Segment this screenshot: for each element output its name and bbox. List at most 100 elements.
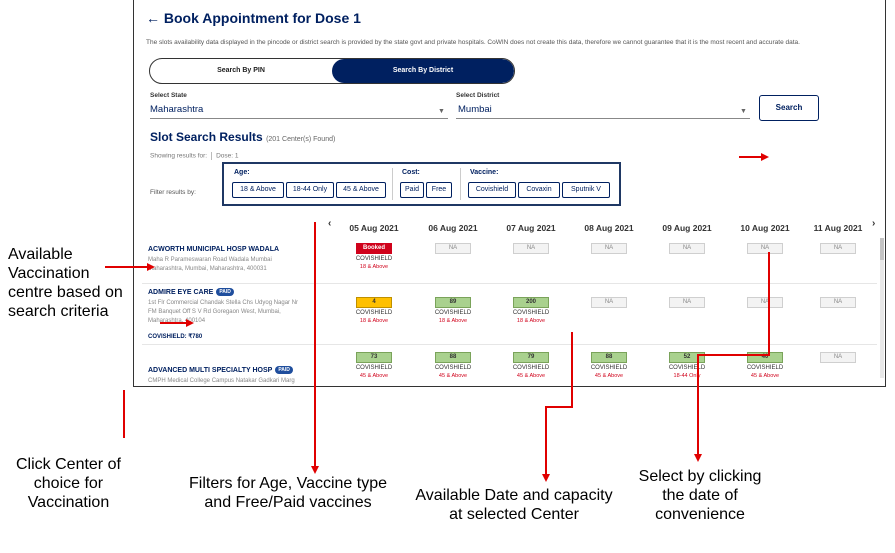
slot-cell[interactable]: NA xyxy=(812,352,864,363)
slot-capacity-badge[interactable]: 79 xyxy=(513,352,549,363)
tab-search-by-district[interactable]: Search By District xyxy=(332,59,514,83)
date-column-header[interactable]: 08 Aug 2021 xyxy=(574,219,644,237)
slot-vaccine-name: COVISHIELD xyxy=(434,310,472,316)
filter-label: Filter results by: xyxy=(150,189,196,196)
center-name-text: ADVANCED MULTI SPECIALTY HOSP xyxy=(148,366,273,374)
slot-age-group: 18 & Above xyxy=(516,318,546,324)
slot-cell[interactable]: NA xyxy=(812,297,864,308)
center-name[interactable]: ADMIRE EYE CARE PAID xyxy=(148,288,234,296)
slot-cell[interactable]: 73 COVISHIELD 45 & Above xyxy=(348,352,400,379)
tab-search-by-pin[interactable]: Search By PIN xyxy=(150,59,332,83)
annotation-select-date: Select by clicking the date of convenien… xyxy=(638,468,762,523)
slot-age-group: 18 & Above xyxy=(359,318,389,324)
slot-cell[interactable]: 88 COVISHIELD 45 & Above xyxy=(427,352,479,379)
back-arrow-icon[interactable]: ← xyxy=(146,10,160,26)
arrow-down-icon xyxy=(542,474,550,482)
paid-badge: PAID xyxy=(216,288,234,296)
prev-dates-arrow-icon[interactable]: ‹ xyxy=(328,218,331,229)
slot-age-group: 45 & Above xyxy=(438,373,468,379)
annotation-connector xyxy=(105,266,147,268)
slot-cell[interactable]: NA xyxy=(739,297,791,308)
slot-vaccine-name: COVISHIELD xyxy=(512,365,550,371)
slot-capacity-badge[interactable]: NA xyxy=(747,297,783,308)
date-column-header[interactable]: 05 Aug 2021 xyxy=(339,219,409,237)
slot-capacity-badge[interactable]: 73 xyxy=(356,352,392,363)
slot-cell[interactable]: NA xyxy=(427,243,479,254)
vaccine-filter-covaxin[interactable]: Covaxin xyxy=(518,182,560,198)
slot-capacity-badge[interactable]: 4 xyxy=(356,297,392,308)
slot-capacity-badge[interactable]: NA xyxy=(820,352,856,363)
state-select[interactable]: Maharashtra xyxy=(150,104,203,115)
slot-age-group: 45 & Above xyxy=(516,373,546,379)
annotation-dates: Available Date and capacity at selected … xyxy=(415,487,613,523)
paid-badge: PAID xyxy=(275,366,293,374)
slot-vaccine-name: COVISHIELD xyxy=(746,365,784,371)
cost-filter-free[interactable]: Free xyxy=(426,182,452,198)
page-title: ← Book Appointment for Dose 1 xyxy=(146,10,361,26)
cost-filter-paid[interactable]: Paid xyxy=(400,182,424,198)
chevron-down-icon[interactable]: ▼ xyxy=(438,108,445,115)
age-filter-18-above[interactable]: 18 & Above xyxy=(232,182,284,198)
slot-cell[interactable]: Booked COVISHIELD 18 & Above xyxy=(348,243,400,270)
arrow-right-icon xyxy=(761,153,769,161)
slot-capacity-badge[interactable]: NA xyxy=(747,243,783,254)
annotation-filters: Filters for Age, Vaccine type and Free/P… xyxy=(188,475,387,511)
slot-cell[interactable]: 89 COVISHIELD 18 & Above xyxy=(427,297,479,324)
slot-cell[interactable]: 79 COVISHIELD 45 & Above xyxy=(505,352,557,379)
slot-cell[interactable]: 200 COVISHIELD 18 & Above xyxy=(505,297,557,324)
slot-cell[interactable]: NA xyxy=(739,243,791,254)
next-dates-arrow-icon[interactable]: › xyxy=(872,218,875,229)
slot-capacity-badge[interactable]: NA xyxy=(591,243,627,254)
date-column-header[interactable]: 11 Aug 2021 xyxy=(808,219,868,237)
slot-capacity-badge[interactable]: NA xyxy=(820,297,856,308)
vaccine-filter-sputnik[interactable]: Sputnik V xyxy=(562,182,610,198)
district-select[interactable]: Mumbai xyxy=(458,104,492,115)
age-filter-45-above[interactable]: 45 & Above xyxy=(336,182,386,198)
results-heading-text: Slot Search Results xyxy=(150,130,263,144)
age-filter-18-44[interactable]: 18-44 Only xyxy=(286,182,334,198)
slot-capacity-badge[interactable]: NA xyxy=(591,297,627,308)
search-button[interactable]: Search xyxy=(759,95,819,121)
date-column-header[interactable]: 07 Aug 2021 xyxy=(496,219,566,237)
slot-cell[interactable]: NA xyxy=(661,243,713,254)
slot-capacity-badge[interactable]: NA xyxy=(669,243,705,254)
slot-cell[interactable]: 4 COVISHIELD 18 & Above xyxy=(348,297,400,324)
annotation-connector xyxy=(697,354,770,356)
slot-cell[interactable]: NA xyxy=(583,297,635,308)
row-divider xyxy=(142,283,877,284)
date-column-header[interactable]: 09 Aug 2021 xyxy=(652,219,722,237)
slot-capacity-badge[interactable]: 88 xyxy=(435,352,471,363)
slot-cell[interactable]: 40 COVISHIELD 45 & Above xyxy=(739,352,791,379)
slot-capacity-badge[interactable]: NA xyxy=(820,243,856,254)
annotation-connector xyxy=(314,222,316,466)
slot-age-group: 45 & Above xyxy=(359,373,389,379)
date-column-header[interactable]: 06 Aug 2021 xyxy=(418,219,488,237)
date-column-header[interactable]: 10 Aug 2021 xyxy=(730,219,800,237)
slot-cell[interactable]: NA xyxy=(661,297,713,308)
slot-cell[interactable]: NA xyxy=(812,243,864,254)
center-name[interactable]: ACWORTH MUNICIPAL HOSP WADALA xyxy=(148,246,279,253)
slot-vaccine-name: COVISHIELD xyxy=(590,365,628,371)
slot-capacity-badge[interactable]: Booked xyxy=(356,243,392,254)
annotation-connector xyxy=(768,252,770,356)
slot-cell[interactable]: 52 COVISHIELD 18-44 Only xyxy=(661,352,713,379)
vaccine-filter-covishield[interactable]: Covishield xyxy=(468,182,516,198)
slot-age-group: 45 & Above xyxy=(750,373,780,379)
slot-capacity-badge[interactable]: 88 xyxy=(591,352,627,363)
slot-vaccine-name: COVISHIELD xyxy=(668,365,706,371)
slot-capacity-badge[interactable]: 89 xyxy=(435,297,471,308)
center-name[interactable]: ADVANCED MULTI SPECIALTY HOSP PAID xyxy=(148,366,293,374)
slot-cell[interactable]: NA xyxy=(583,243,635,254)
slot-cell[interactable]: NA xyxy=(505,243,557,254)
slot-capacity-badge[interactable]: NA xyxy=(513,243,549,254)
arrow-down-icon xyxy=(311,466,319,474)
chevron-down-icon[interactable]: ▼ xyxy=(740,108,747,115)
slot-cell[interactable]: 88 COVISHIELD 45 & Above xyxy=(583,352,635,379)
filter-panel: Age: 18 & Above 18-44 Only 45 & Above Co… xyxy=(222,162,621,206)
results-scrollbar[interactable] xyxy=(880,238,884,378)
slot-capacity-badge[interactable]: 200 xyxy=(513,297,549,308)
scrollbar-thumb[interactable] xyxy=(880,238,884,260)
slot-capacity-badge[interactable]: NA xyxy=(435,243,471,254)
slot-capacity-badge[interactable]: NA xyxy=(669,297,705,308)
annotation-connector xyxy=(160,322,186,324)
